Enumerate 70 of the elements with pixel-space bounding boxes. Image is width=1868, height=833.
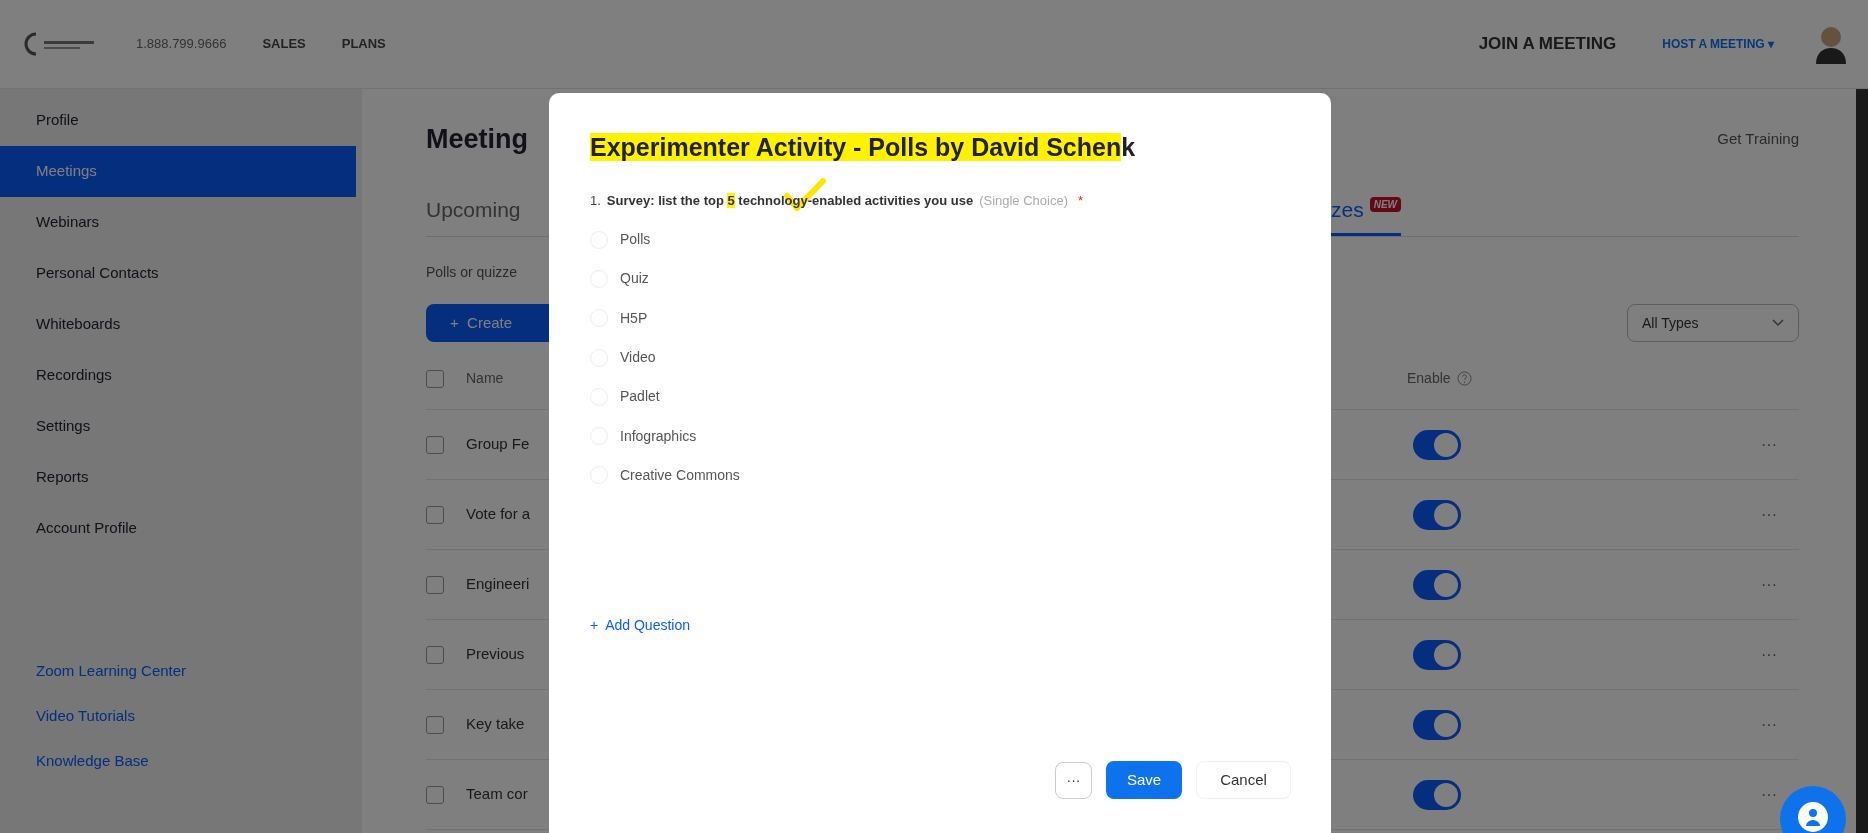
sidebar-item[interactable]: Webinars: [0, 197, 356, 248]
toggle-switch[interactable]: [1413, 429, 1461, 460]
column-header: Enable: [1407, 369, 1451, 388]
table-cell-text: Engineeri: [466, 574, 530, 595]
avatar-icon[interactable]: [1814, 24, 1848, 64]
description: Polls or quizze: [426, 263, 518, 282]
checkbox[interactable]: [426, 435, 444, 454]
help-link[interactable]: Video Tutorials: [0, 694, 362, 739]
phone-number[interactable]: 1.888.799.9666: [136, 34, 227, 54]
radio-option[interactable]: Polls: [590, 220, 651, 260]
required-mark: *: [1078, 191, 1084, 210]
help-link[interactable]: Zoom Learning Center: [0, 649, 362, 694]
radio-option[interactable]: Quiz: [590, 259, 649, 299]
sidebar-item[interactable]: Profile: [0, 95, 356, 146]
nav-link[interactable]: PLANS: [341, 34, 386, 54]
table-cell-text: Vote for a: [466, 504, 531, 525]
toggle-switch[interactable]: [1413, 779, 1461, 810]
help-link[interactable]: Knowledge Base: [0, 739, 362, 784]
dialog-title: Experimenter Activity - Polls by David Schenk: [590, 132, 1136, 163]
sidebar-item[interactable]: Personal Contacts: [0, 248, 356, 299]
scrollbar[interactable]: [1856, 89, 1868, 833]
checkbox[interactable]: [426, 785, 444, 804]
table-cell-text: Previous: [466, 644, 525, 665]
column-header: Name: [466, 369, 504, 388]
toggle-switch[interactable]: [1413, 709, 1461, 740]
sidebar-item[interactable]: Recordings: [0, 350, 356, 401]
more-button[interactable]: ···: [1761, 502, 1777, 527]
nav-link[interactable]: SALES: [262, 34, 306, 54]
radio-option[interactable]: Padlet: [590, 377, 660, 417]
new-badge: NEW: [1369, 196, 1402, 212]
checkbox[interactable]: [426, 575, 444, 594]
question-number: 1.: [590, 191, 601, 210]
person-icon: [1796, 802, 1830, 832]
more-button[interactable]: ···: [1055, 761, 1092, 799]
table-cell-text: Team cor: [466, 784, 528, 805]
more-button[interactable]: ···: [1761, 572, 1777, 597]
toggle-switch[interactable]: [1413, 499, 1461, 530]
more-button[interactable]: ···: [1761, 782, 1777, 807]
radio-option[interactable]: Video: [590, 337, 656, 378]
checkbox[interactable]: [426, 645, 444, 664]
sidebar-item[interactable]: Account Profile: [0, 503, 356, 554]
sidebar-item[interactable]: Reports: [0, 452, 356, 503]
page-title: Meeting: [426, 122, 528, 156]
checkbox[interactable]: [426, 505, 444, 524]
radio-option[interactable]: Infographics: [590, 416, 697, 456]
help-icon[interactable]: [1456, 371, 1472, 386]
radio-option[interactable]: Creative Commons: [590, 455, 740, 496]
sidebar-item[interactable]: Whiteboards: [0, 299, 356, 350]
chat-button[interactable]: [1780, 786, 1846, 833]
save-button[interactable]: Save: [1106, 761, 1182, 800]
checkbox[interactable]: [426, 369, 444, 388]
get-training-link[interactable]: Get Training: [1717, 127, 1799, 151]
cancel-button[interactable]: Cancel: [1196, 761, 1291, 800]
more-button[interactable]: ···: [1761, 712, 1777, 737]
sidebar-item[interactable]: Meetings: [0, 146, 356, 197]
toggle-switch[interactable]: [1413, 639, 1461, 670]
sidebar-item[interactable]: Settings: [0, 401, 356, 452]
type-filter-dropdown[interactable]: All Types: [1627, 304, 1799, 342]
table-cell-text: Key take: [466, 714, 525, 735]
table-cell-text: Group Fe: [466, 434, 530, 455]
more-button[interactable]: ···: [1761, 432, 1777, 457]
join-meeting-link[interactable]: JOIN A MEETING: [1478, 31, 1617, 57]
more-button[interactable]: ···: [1761, 642, 1777, 667]
toggle-switch[interactable]: [1413, 569, 1461, 600]
chevron-down-icon: [1772, 319, 1784, 327]
checkbox[interactable]: [426, 715, 444, 734]
question-type: (Single Choice): [979, 191, 1068, 210]
add-question-link[interactable]: + Add Question: [590, 615, 691, 637]
radio-option[interactable]: H5P: [590, 298, 648, 338]
host-meeting-link[interactable]: HOST A MEETING ▾: [1662, 35, 1774, 53]
